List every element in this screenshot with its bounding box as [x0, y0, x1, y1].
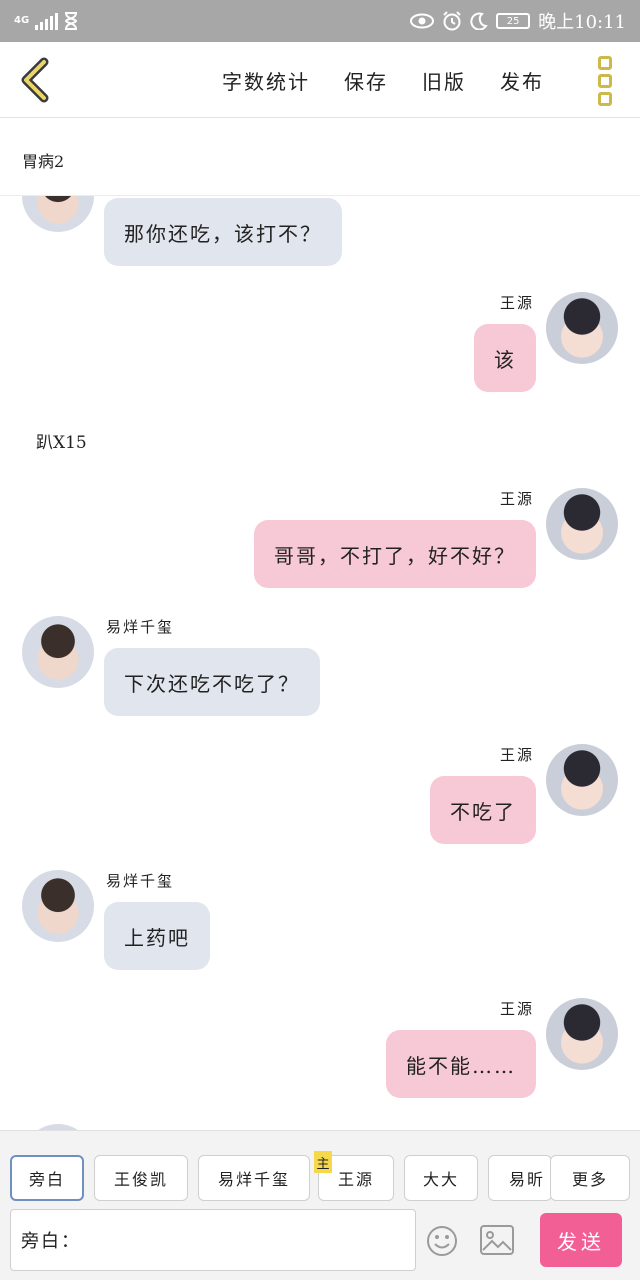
role-label: 王源: [337, 1170, 374, 1189]
speaker-name: 王源: [499, 294, 534, 312]
emoji-icon[interactable]: [426, 1225, 458, 1257]
message-bubble-left[interactable]: 上药吧: [104, 902, 210, 970]
message-input[interactable]: 旁白：: [10, 1209, 416, 1271]
story-title-row[interactable]: 胃病2: [0, 118, 640, 196]
message-bubble-right[interactable]: 哥哥，不打了，好不好？: [254, 520, 536, 588]
alarm-icon: [443, 11, 461, 31]
message-text: 不吃了: [450, 799, 516, 824]
toolbar-menu: 字数统计 保存 旧版 发布: [222, 66, 544, 95]
message-text: 能不能……: [406, 1053, 516, 1078]
battery-icon: 25: [496, 13, 531, 29]
speaker-name: 王源: [499, 490, 534, 508]
role-chip-narrator[interactable]: 旁白: [10, 1155, 84, 1201]
more-options-icon[interactable]: [598, 56, 618, 106]
main-role-badge: 主: [314, 1151, 332, 1173]
message-text: 那你还吃，该打不？: [124, 221, 322, 246]
avatar[interactable]: [546, 744, 618, 816]
speaker-name: 王源: [499, 1000, 534, 1018]
speaker-name: 易烊千玺: [106, 618, 175, 636]
old-version-link[interactable]: 旧版: [422, 66, 466, 95]
chat-area[interactable]: 那你还吃，该打不？ 王源 该 趴X15 王源 哥哥，不打了，好不好？ 易烊千玺 …: [0, 196, 640, 1130]
role-label: 易昕: [509, 1170, 546, 1189]
eye-icon: [410, 13, 435, 29]
role-chip[interactable]: 易烊千玺: [198, 1155, 310, 1201]
message-bubble-left[interactable]: 那你还吃，该打不？: [104, 198, 342, 266]
avatar[interactable]: [22, 870, 94, 942]
role-label: 大大: [422, 1170, 459, 1189]
signal-icon: [35, 12, 59, 30]
battery-level: 25: [506, 15, 520, 27]
message-text: 哥哥，不打了，好不好？: [274, 543, 516, 568]
speaker-name: 易烊千玺: [106, 872, 175, 890]
more-roles-button[interactable]: 更多: [550, 1155, 630, 1201]
moon-icon: [470, 12, 488, 30]
status-right: 25 晚上10:11: [410, 8, 626, 34]
avatar[interactable]: [546, 998, 618, 1070]
back-chevron-icon[interactable]: [16, 56, 56, 104]
send-button[interactable]: 发送: [540, 1213, 622, 1267]
network-type: 4G: [14, 15, 30, 26]
message-text: 该: [494, 347, 516, 372]
speaker-name: 王源: [499, 746, 534, 764]
hourglass-icon: [65, 12, 78, 30]
clock: 晚上10:11: [538, 12, 626, 33]
narration-text[interactable]: 趴X15: [36, 428, 87, 453]
send-label: 发送: [557, 1229, 605, 1254]
role-label: 易烊千玺: [217, 1170, 290, 1189]
message-bubble-right[interactable]: 该: [474, 324, 536, 392]
message-bubble-right[interactable]: 不吃了: [430, 776, 536, 844]
avatar[interactable]: [546, 292, 618, 364]
status-bar: 4G 25 晚上10:11: [0, 0, 640, 42]
avatar[interactable]: [546, 488, 618, 560]
role-label: 王俊凯: [113, 1170, 168, 1189]
save-link[interactable]: 保存: [344, 66, 388, 95]
story-title: 胃病2: [22, 152, 65, 171]
word-count-link[interactable]: 字数统计: [222, 66, 310, 95]
publish-link[interactable]: 发布: [500, 66, 544, 95]
message-bubble-left[interactable]: 下次还吃不吃了？: [104, 648, 320, 716]
composer-panel: 旁白 王俊凯 易烊千玺 王源 大大 易昕 更多 主 旁白： 发送: [0, 1130, 640, 1280]
role-label: 更多: [571, 1170, 608, 1189]
role-chip[interactable]: 王俊凯: [94, 1155, 188, 1201]
role-chip[interactable]: 大大: [404, 1155, 478, 1201]
screen: 4G 25 晚上10:11 字数统计 保存 旧版 发布 胃病2 那你还吃，该打不…: [0, 0, 640, 1280]
role-label: 旁白: [28, 1170, 65, 1189]
message-bubble-right[interactable]: 能不能……: [386, 1030, 536, 1098]
top-toolbar: 字数统计 保存 旧版 发布: [0, 42, 640, 118]
status-left: 4G: [14, 12, 78, 30]
avatar[interactable]: [22, 616, 94, 688]
avatar[interactable]: [22, 196, 94, 232]
input-prefix: 旁白：: [21, 1231, 81, 1252]
message-text: 下次还吃不吃了？: [124, 671, 300, 696]
message-text: 上药吧: [124, 925, 190, 950]
role-chip[interactable]: 易昕: [488, 1155, 552, 1201]
image-icon[interactable]: [480, 1225, 514, 1255]
